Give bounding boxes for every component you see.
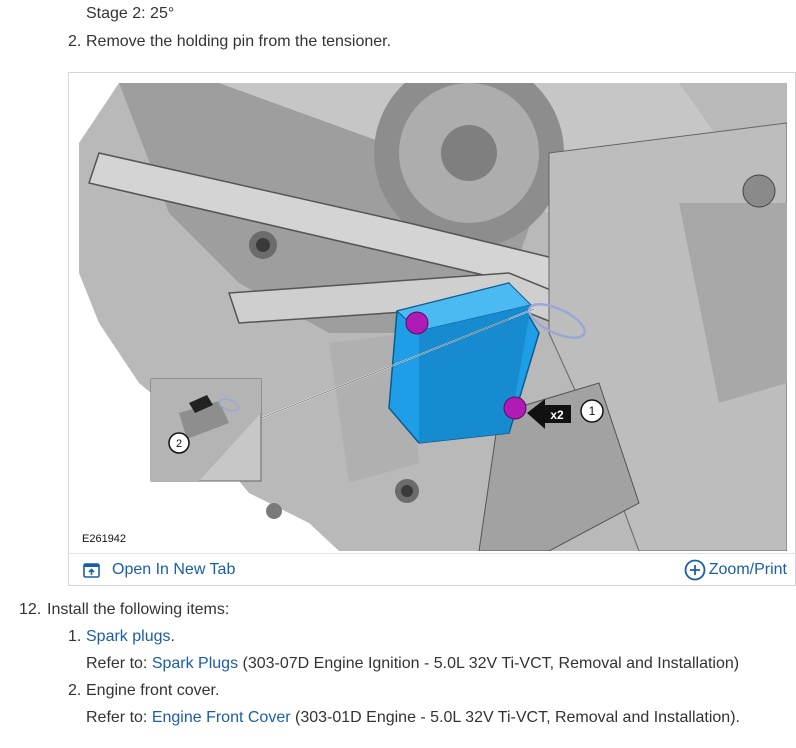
zoom-print-button[interactable]: Zoom/Print <box>684 557 787 583</box>
step-12-text: Install the following items: <box>47 601 230 618</box>
item-1-refer: Refer to: Spark Plugs (303-07D Engine Ig… <box>86 655 739 673</box>
item-2-number: 2. <box>68 682 82 699</box>
zoom-print-label: Zoom/Print <box>708 561 787 578</box>
refer-label: Refer to: <box>86 655 152 672</box>
engine-tensioner-illustration: x2 1 2 <box>79 83 787 551</box>
refer-label: Refer to: <box>86 709 152 726</box>
refer-suffix: (303-01D Engine - 5.0L 32V Ti-VCT, Remov… <box>290 709 740 726</box>
step-2-number: 2. <box>68 33 82 50</box>
figure-code: E261942 <box>82 533 127 545</box>
spark-plugs-link[interactable]: Spark plugs <box>86 628 171 645</box>
step-2-text: Remove the holding pin from the tensione… <box>86 33 392 50</box>
item-2-text: Engine front cover. <box>86 682 220 699</box>
item-1-suffix: . <box>170 628 175 645</box>
item-1-line: Spark plugs. <box>86 628 175 646</box>
open-in-new-tab-label: Open In New Tab <box>112 561 236 578</box>
figure-toolbar: Open In New Tab Zoom/Print <box>69 553 795 585</box>
stage-line: Stage 2: 25° <box>86 5 175 22</box>
step-12-number: 12. <box>19 601 42 618</box>
item-1-number: 1. <box>68 628 82 645</box>
callout-2: 2 <box>176 438 182 450</box>
refer-suffix: (303-07D Engine Ignition - 5.0L 32V Ti-V… <box>238 655 740 672</box>
open-in-new-tab-button[interactable]: Open In New Tab <box>83 558 235 582</box>
callout-1: 1 <box>589 404 596 418</box>
open-new-tab-icon <box>83 562 100 578</box>
figure-container: x2 1 2 E261942 Open In New Tab Zoom/Prin… <box>68 72 796 586</box>
callout-qty: x2 <box>550 408 564 422</box>
zoom-plus-icon <box>684 559 706 581</box>
engine-front-cover-refer-link[interactable]: Engine Front Cover <box>152 709 291 726</box>
spark-plugs-refer-link[interactable]: Spark Plugs <box>152 655 238 672</box>
item-2-refer: Refer to: Engine Front Cover (303-01D En… <box>86 709 740 727</box>
